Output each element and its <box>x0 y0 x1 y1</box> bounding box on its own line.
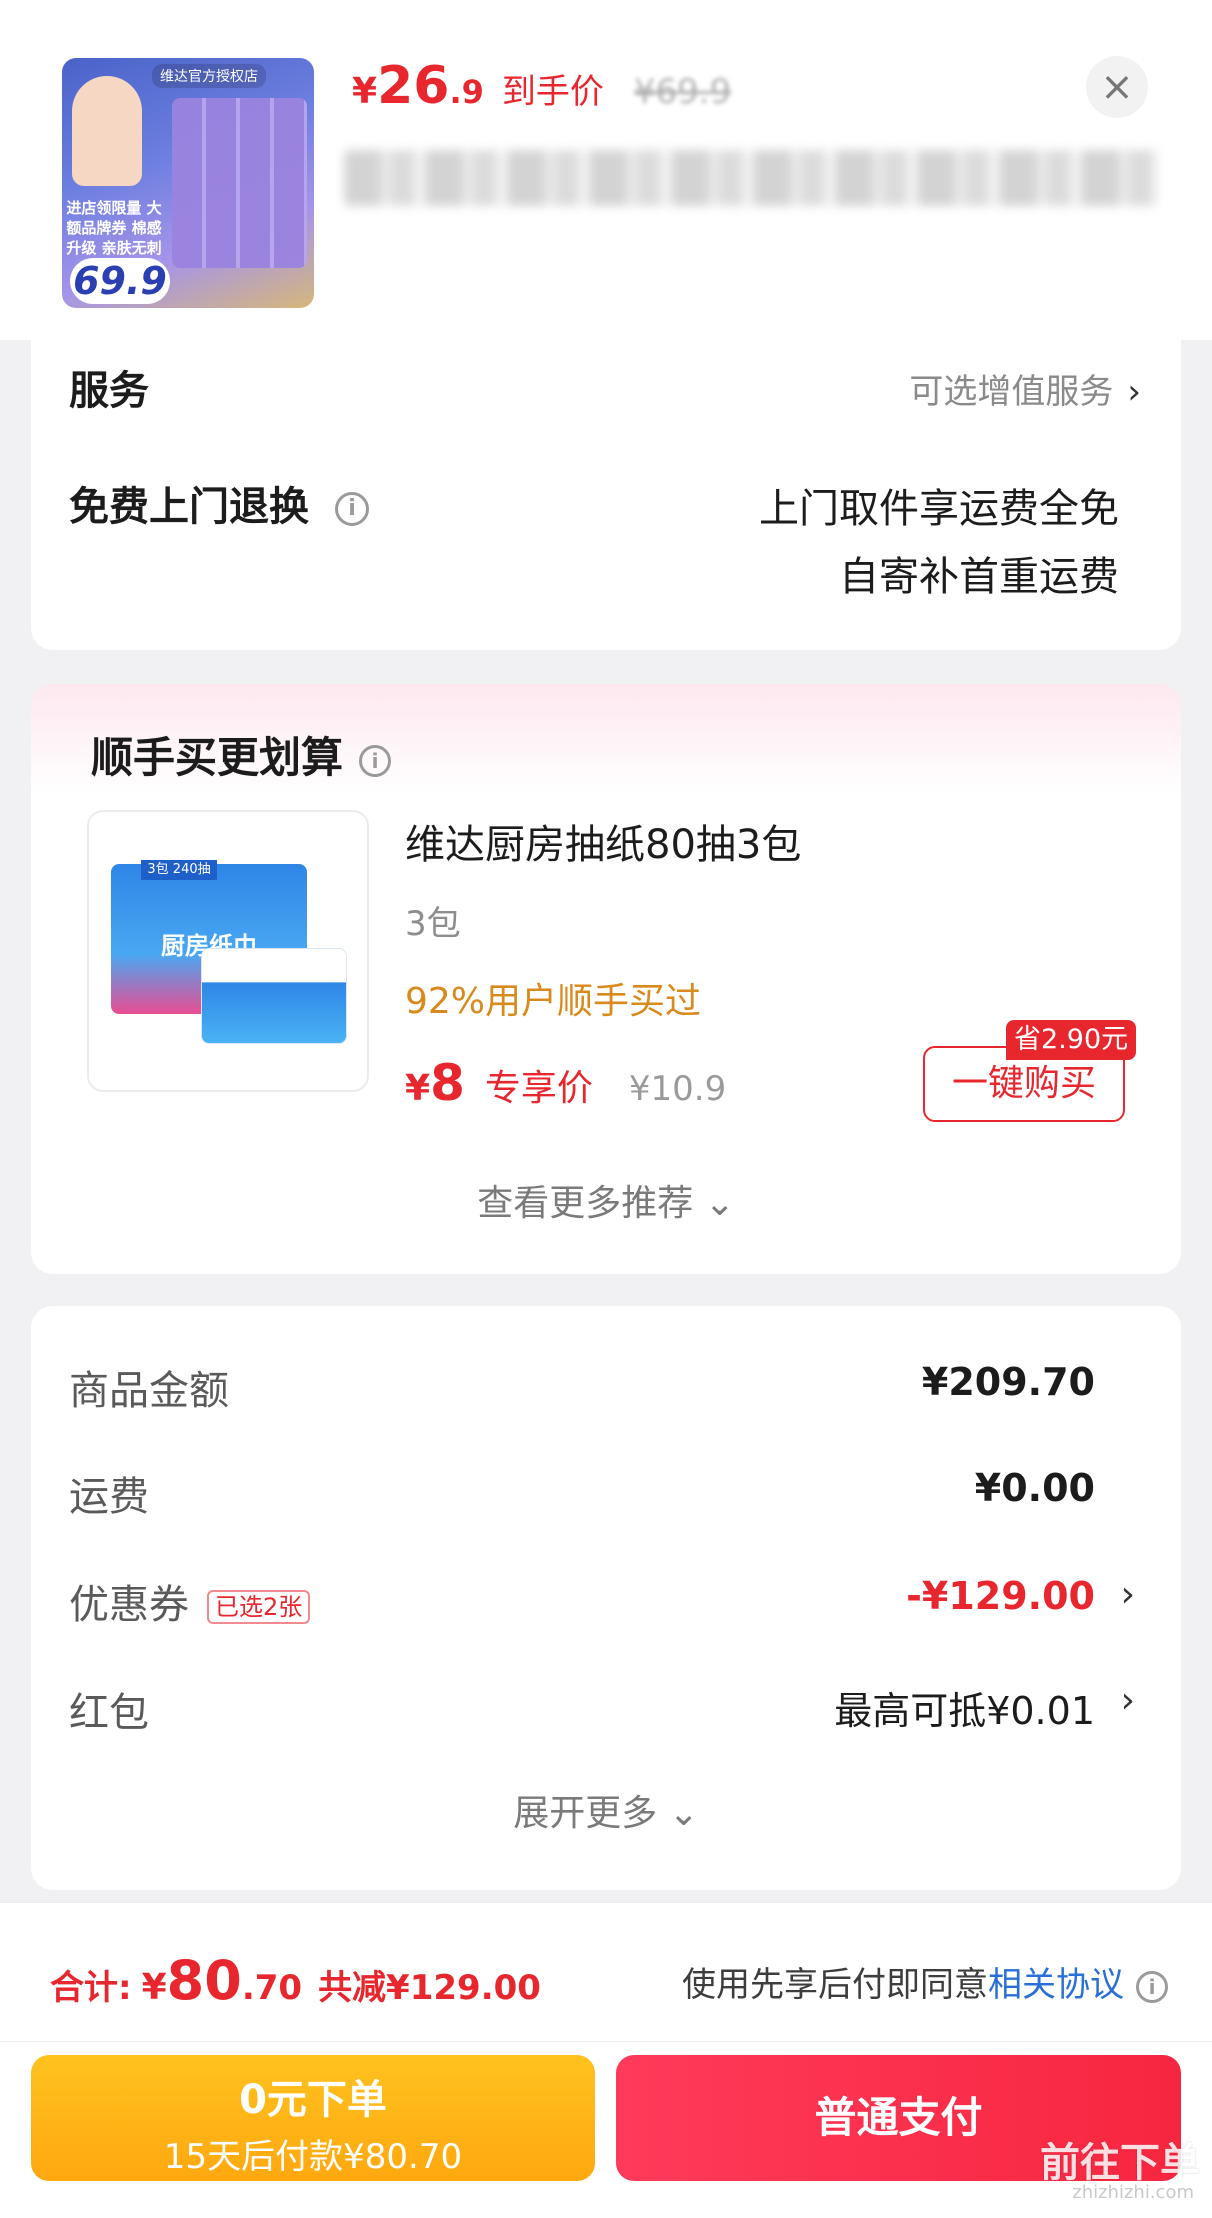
chevron-right-icon: › <box>1127 372 1141 412</box>
info-icon[interactable]: i <box>1136 1970 1168 2003</box>
more-recommend-link[interactable]: 查看更多推荐 ⌄ <box>31 1174 1181 1226</box>
price-integer: 26 <box>377 56 450 116</box>
checkout-bar: 合计: ¥ 80 .70 共减¥129.00 使用先享后付即同意相关协议 i 0元… <box>0 1902 1212 2218</box>
optional-service-link[interactable]: 可选增值服务 › <box>909 364 1141 413</box>
addon-product-name[interactable]: 维达厨房抽纸80抽3包 <box>405 812 801 870</box>
addon-heading-label: 顺手买更划算 <box>91 733 344 782</box>
watermark-url: zhizhizhi.com <box>1072 2182 1194 2203</box>
product-thumbnail[interactable]: 维达官方授权店 进店领限量 大额品牌券 棉感升级 亲肤无刺激 69.9 <box>62 58 314 308</box>
red-packet-label: 红包 <box>69 1690 149 1736</box>
product-header: 维达官方授权店 进店领限量 大额品牌券 棉感升级 亲肤无刺激 69.9 ¥ 26… <box>0 0 1212 340</box>
red-packet-value[interactable]: 最高可抵¥0.01 <box>834 1680 1095 1735</box>
product-title-blurred <box>344 150 1159 206</box>
tissue-boxes-image <box>172 98 307 268</box>
coupon-value[interactable]: -¥129.00 <box>906 1574 1095 1618</box>
total-decimal: .70 <box>241 1968 303 2008</box>
addon-product-image[interactable]: 厨房纸巾 3包 240抽 <box>87 810 369 1092</box>
kitchen-towel-box <box>201 948 347 1044</box>
goods-amount-label: 商品金额 <box>69 1368 229 1414</box>
service-card: 服务 可选增值服务 › 免费上门退换 i 上门取件享运费全免 自寄补首重运费 <box>31 328 1181 650</box>
service-title: 服务 <box>69 368 149 414</box>
chevron-right-icon[interactable]: › <box>1121 1680 1135 1721</box>
save-badge: 省2.90元 <box>1006 1020 1137 1060</box>
return-desc-2: 自寄补首重运费 <box>839 554 1119 600</box>
free-return-label: 免费上门退换 <box>69 484 309 530</box>
addon-price-label: 专享价 <box>484 1068 593 1109</box>
addon-bought-rate: 92%用户顺手买过 <box>405 981 702 1022</box>
price-label: 到手价 <box>501 72 604 112</box>
shipping-value: ¥0.00 <box>974 1466 1095 1510</box>
addon-price-currency: ¥ <box>405 1068 431 1109</box>
addon-price: ¥ 8 专享价 ¥10.9 <box>405 1054 726 1112</box>
coupon-selected-badge: 已选2张 <box>207 1590 311 1624</box>
divider <box>0 2041 1212 2042</box>
agreement-text: 使用先享后付即同意相关协议 i <box>682 1957 1168 2006</box>
watermark-overlay: 前往下单 <box>1040 2140 1200 2186</box>
goods-amount-value: ¥209.70 <box>921 1360 1095 1404</box>
info-icon[interactable]: i <box>335 492 369 526</box>
shipping-label: 运费 <box>69 1474 149 1520</box>
addon-heading: 顺手买更划算 i <box>91 724 392 785</box>
price-decimal: .9 <box>449 73 484 111</box>
order-total: 合计: ¥ 80 .70 共减¥129.00 <box>50 1949 541 2012</box>
pack-tag: 3包 240抽 <box>141 860 217 880</box>
close-icon: × <box>1100 64 1134 110</box>
total-saved: 共减¥129.00 <box>318 1968 541 2008</box>
agreement-prefix: 使用先享后付即同意 <box>682 1965 988 2005</box>
original-price: ¥69.9 <box>633 72 732 112</box>
pay-later-subtitle: 15天后付款¥80.70 <box>163 2137 463 2177</box>
close-button[interactable]: × <box>1086 56 1148 118</box>
addon-price-value: 8 <box>430 1054 465 1112</box>
agreement-link[interactable]: 相关协议 <box>988 1965 1124 2005</box>
coupon-row[interactable]: 优惠券 已选2张 <box>69 1572 311 1630</box>
final-price: ¥ 26 .9 到手价 ¥69.9 <box>352 56 731 116</box>
free-return-title: 免费上门退换 i <box>69 474 369 532</box>
info-icon[interactable]: i <box>359 744 392 777</box>
model-figure <box>72 76 142 186</box>
expand-more-link[interactable]: 展开更多 ⌄ <box>31 1784 1181 1836</box>
addon-recommend-card: 顺手买更划算 i 厨房纸巾 3包 240抽 维达厨房抽纸80抽3包 3包 92%用… <box>31 684 1181 1274</box>
pay-later-button[interactable]: 0元下单 15天后付款¥80.70 <box>31 2055 595 2181</box>
chevron-right-icon[interactable]: › <box>1121 1574 1135 1615</box>
price-currency: ¥ <box>352 71 378 112</box>
thumb-price-badge: 69.9 <box>70 258 170 304</box>
shop-tag: 维达官方授权店 <box>152 64 266 88</box>
optional-service-label: 可选增值服务 <box>909 372 1114 412</box>
addon-product-spec: 3包 <box>405 904 461 944</box>
coupon-label: 优惠券 <box>69 1582 189 1628</box>
return-desc-1: 上门取件享运费全免 <box>759 486 1119 532</box>
addon-original-price: ¥10.9 <box>628 1069 727 1109</box>
pay-later-title: 0元下单 <box>239 2077 387 2123</box>
total-integer: 80 <box>166 1949 242 2012</box>
order-summary-card: 商品金额 ¥209.70 运费 ¥0.00 优惠券 已选2张 -¥129.00 ›… <box>31 1306 1181 1890</box>
total-currency: ¥ <box>141 1967 167 2008</box>
total-label: 合计: <box>50 1968 132 2008</box>
